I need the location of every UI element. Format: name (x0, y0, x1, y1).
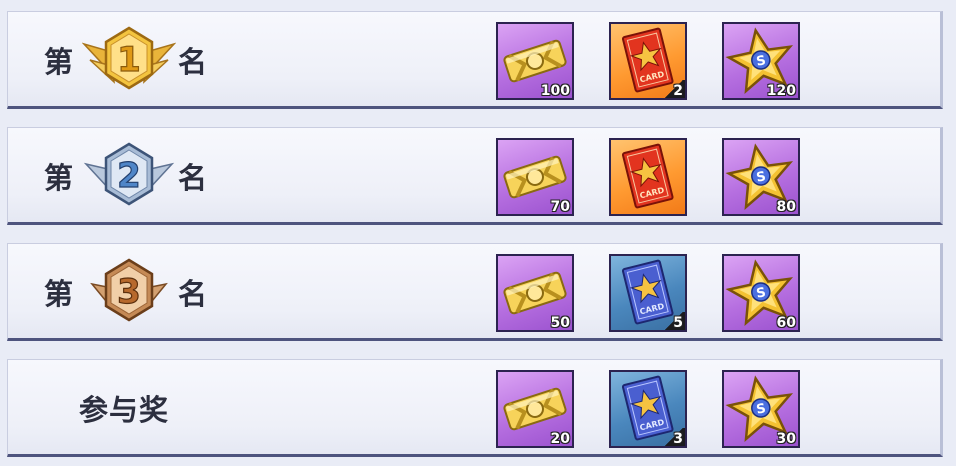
rank-row-3: 第 3 名 50 CARD 5 S 60 (7, 243, 943, 341)
rank-row-2: 第 2 名 70 CARD S 80 (7, 127, 943, 225)
reward-gold-star[interactable]: S 80 (722, 138, 800, 216)
svg-text:2: 2 (117, 156, 141, 196)
reward-quantity: 2 (673, 83, 683, 99)
reward-red-card[interactable]: CARD (609, 138, 687, 216)
reward-quantity: 50 (550, 315, 570, 331)
reward-gold-star[interactable]: S 60 (722, 254, 800, 332)
reward-gold-ticket[interactable]: 20 (496, 370, 574, 448)
reward-red-card[interactable]: CARD 2 (609, 22, 687, 100)
silver-medal-icon: 2 (83, 142, 175, 206)
reward-gold-ticket[interactable]: 70 (496, 138, 574, 216)
red-card-icon: CARD (621, 143, 674, 209)
reward-quantity: 120 (766, 83, 796, 99)
rank-prefix: 第 (44, 276, 74, 311)
rank-row-1: 第 1 名 100 CARD 2 S 120 (7, 11, 943, 109)
reward-quantity: 30 (776, 431, 796, 447)
reward-blue-card[interactable]: CARD 3 (609, 370, 687, 448)
reward-quantity: 80 (776, 199, 796, 215)
reward-gold-star[interactable]: S 30 (722, 370, 800, 448)
rank-suffix: 名 (178, 44, 208, 79)
svg-text:1: 1 (117, 40, 141, 80)
reward-quantity: 20 (550, 431, 570, 447)
reward-quantity: 60 (776, 315, 796, 331)
rank-prefix: 第 (44, 160, 74, 195)
reward-quantity: 100 (540, 83, 570, 99)
reward-quantity: 3 (673, 431, 683, 447)
rank-suffix: 名 (178, 160, 208, 195)
reward-quantity: 5 (673, 315, 683, 331)
rank-suffix: 名 (178, 276, 208, 311)
gold-medal-icon: 1 (82, 26, 176, 90)
participation-label: 参与奖 (79, 392, 170, 427)
participation-row: 参与奖 20 CARD 3 S 30 (7, 359, 943, 457)
svg-text:3: 3 (117, 272, 141, 312)
reward-gold-star[interactable]: S 120 (722, 22, 800, 100)
reward-quantity: 70 (550, 199, 570, 215)
reward-gold-ticket[interactable]: 50 (496, 254, 574, 332)
reward-blue-card[interactable]: CARD 5 (609, 254, 687, 332)
bronze-medal-icon: 3 (90, 258, 168, 322)
reward-list: 第 1 名 100 CARD 2 S 120 第 2 名 70 CARD S 8… (0, 0, 956, 466)
reward-gold-ticket[interactable]: 100 (496, 22, 574, 100)
rank-prefix: 第 (44, 44, 74, 79)
